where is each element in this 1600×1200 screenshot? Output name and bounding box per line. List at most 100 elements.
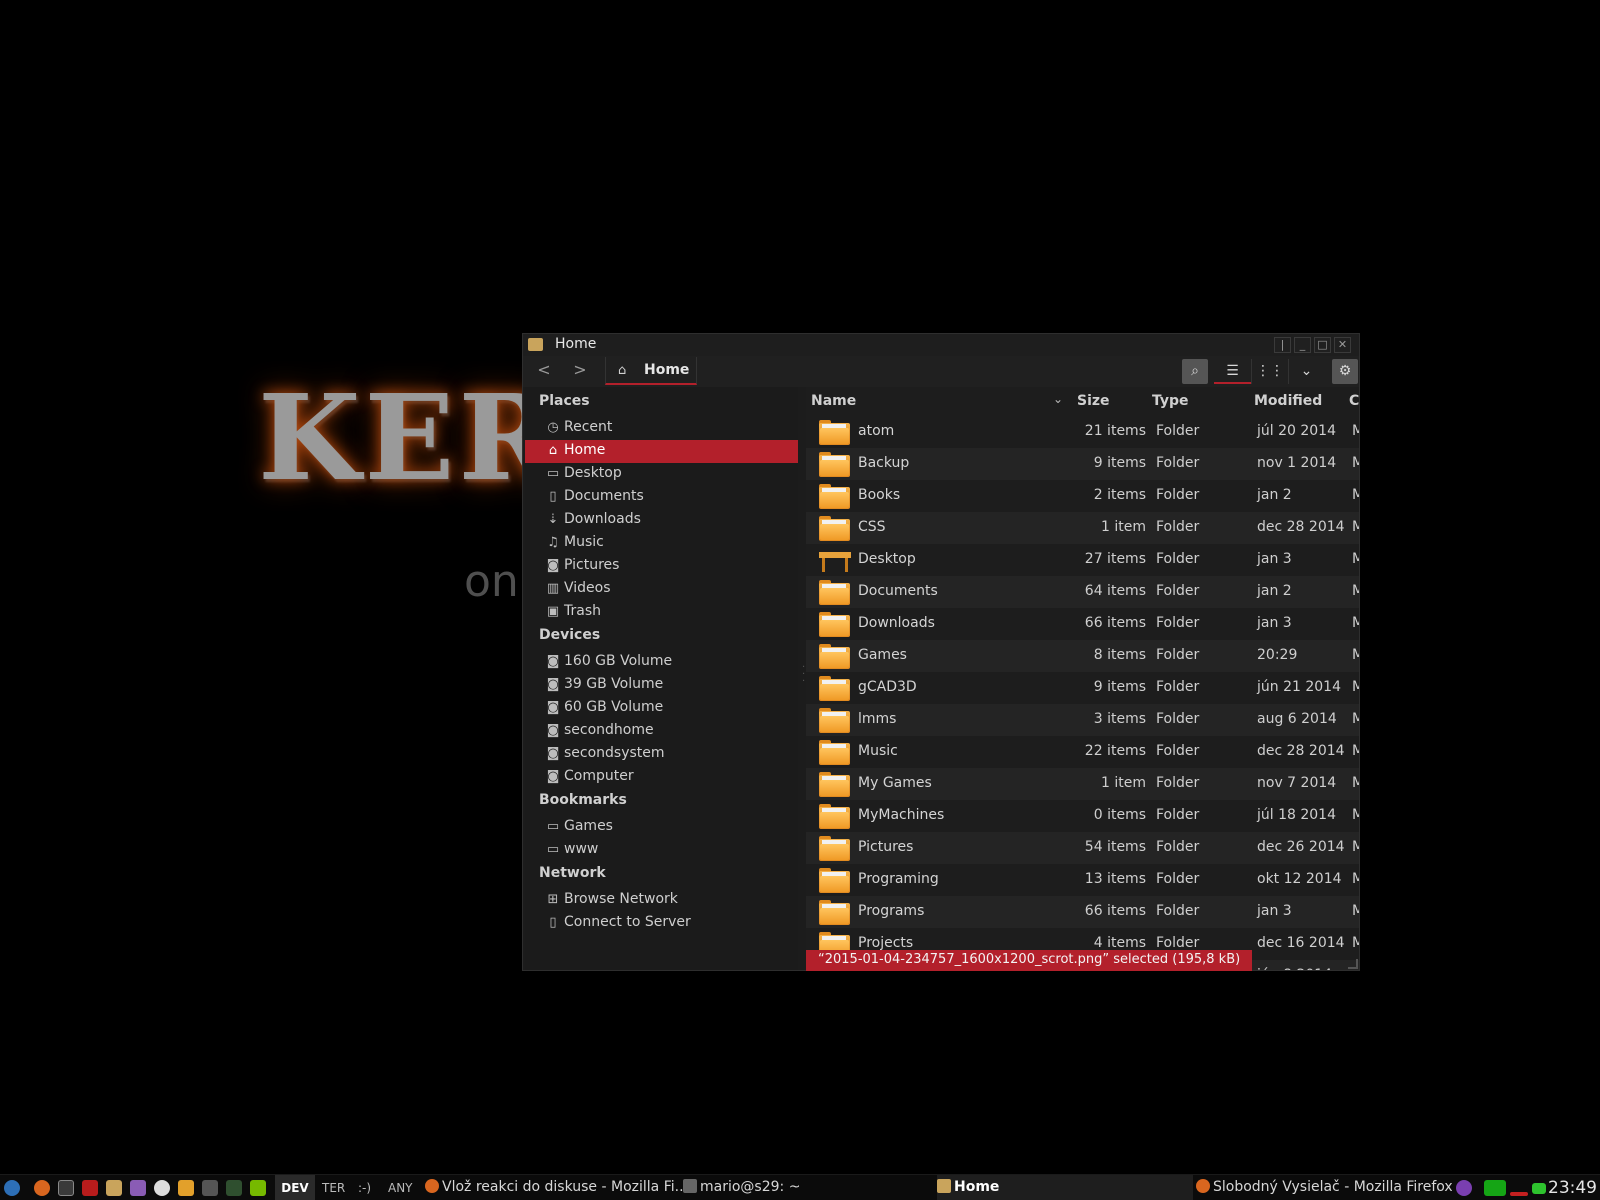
file-size: 1 item bbox=[1101, 519, 1146, 535]
file-type: Folder bbox=[1156, 903, 1200, 919]
app-menu-button[interactable]: ⚙ bbox=[1332, 359, 1358, 384]
column-modified[interactable]: Modified bbox=[1254, 393, 1322, 409]
sidebar-item-label: secondsystem bbox=[564, 745, 665, 761]
task-firefox-diskusia[interactable]: Vlož reakci do diskuse - Mozilla Fi... bbox=[425, 1175, 683, 1200]
table-row[interactable]: Music 22 items Folder dec 28 2014 M bbox=[806, 736, 1359, 768]
sidebar-item-home[interactable]: ⌂ Home bbox=[525, 440, 798, 463]
music-icon: ♫ bbox=[547, 535, 559, 550]
workspace-smile[interactable]: :-) bbox=[358, 1181, 371, 1195]
terminal-icon bbox=[683, 1179, 697, 1193]
filezilla-icon[interactable] bbox=[82, 1180, 98, 1196]
table-row[interactable]: lmms 3 items Folder aug 6 2014 M bbox=[806, 704, 1359, 736]
sidebar-item-computer[interactable]: ◙ Computer bbox=[525, 766, 798, 789]
table-row[interactable]: MyMachines 0 items Folder júl 18 2014 M bbox=[806, 800, 1359, 832]
cpu-monitor-icon[interactable] bbox=[1484, 1180, 1506, 1196]
workspace-dev[interactable]: DEV bbox=[275, 1175, 315, 1200]
table-row[interactable]: My Games 1 item Folder nov 7 2014 M bbox=[806, 768, 1359, 800]
sidebar-item-label: Games bbox=[564, 818, 613, 834]
sidebar-item-label: Connect to Server bbox=[564, 914, 691, 930]
resize-grip[interactable] bbox=[1348, 959, 1358, 969]
table-row[interactable]: Backup 9 items Folder nov 1 2014 M bbox=[806, 448, 1359, 480]
file-name: Backup bbox=[858, 455, 910, 471]
close-button[interactable]: ✕ bbox=[1334, 337, 1351, 353]
sidebar-item-pictures[interactable]: ◙ Pictures bbox=[525, 555, 798, 578]
file-modified: jan 2 bbox=[1257, 583, 1292, 599]
sidebar-item-60-gb-volume[interactable]: ◙ 60 GB Volume bbox=[525, 697, 798, 720]
nvidia-icon[interactable] bbox=[250, 1180, 266, 1196]
sidebar-item-games[interactable]: ▭ Games bbox=[525, 816, 798, 839]
mail-icon[interactable] bbox=[1532, 1183, 1546, 1194]
status-bar: “2015-01-04-234757_1600x1200_scrot.png” … bbox=[806, 950, 1253, 971]
terminal-icon[interactable] bbox=[58, 1180, 74, 1196]
sidebar-item-secondsystem[interactable]: ◙ secondsystem bbox=[525, 743, 798, 766]
tools-icon[interactable] bbox=[178, 1180, 194, 1196]
app-icon[interactable] bbox=[202, 1180, 218, 1196]
file-extra: M bbox=[1352, 455, 1359, 471]
sidebar-item-downloads[interactable]: ⇣ Downloads bbox=[525, 509, 798, 532]
column-extra[interactable]: C bbox=[1349, 393, 1359, 409]
list-view-button[interactable]: ☰ bbox=[1214, 359, 1251, 384]
file-manager-icon[interactable] bbox=[106, 1180, 122, 1196]
workspace-any[interactable]: ANY bbox=[388, 1181, 413, 1195]
grid-view-button[interactable]: ⋮⋮ bbox=[1251, 359, 1288, 384]
sidebar-item-secondhome[interactable]: ◙ secondhome bbox=[525, 720, 798, 743]
pane-resize-handle[interactable]: · · · bbox=[802, 663, 805, 687]
folder-icon bbox=[819, 900, 850, 925]
clock[interactable]: 23:49 bbox=[1548, 1178, 1597, 1198]
graphics-editor-icon[interactable] bbox=[130, 1180, 146, 1196]
forward-button[interactable]: > bbox=[563, 359, 597, 383]
table-row[interactable]: Games 8 items Folder 20:29 M bbox=[806, 640, 1359, 672]
task-firefox-radio[interactable]: Slobodný Vysielač - Mozilla Firefox bbox=[1196, 1175, 1452, 1200]
file-size: 22 items bbox=[1084, 743, 1146, 759]
task-terminal[interactable]: mario@s29: ~ bbox=[683, 1175, 883, 1200]
table-row[interactable]: Programs 66 items Folder jan 3 M bbox=[806, 896, 1359, 928]
pin-button[interactable]: | bbox=[1274, 337, 1291, 353]
sidebar-item-connect-to-server[interactable]: ▯ Connect to Server bbox=[525, 912, 798, 935]
folder-icon bbox=[819, 836, 850, 861]
table-row[interactable]: Pictures 54 items Folder dec 26 2014 M bbox=[806, 832, 1359, 864]
table-row[interactable]: Downloads 66 items Folder jan 3 M bbox=[806, 608, 1359, 640]
table-row[interactable]: atom 21 items Folder júl 20 2014 M bbox=[806, 416, 1359, 448]
minimize-button[interactable]: _ bbox=[1294, 337, 1311, 353]
task-home[interactable]: Home bbox=[937, 1175, 1193, 1200]
column-name[interactable]: Name bbox=[811, 393, 856, 409]
workspace-ter[interactable]: TER bbox=[322, 1181, 345, 1195]
file-modified: jan 3 bbox=[1257, 615, 1292, 631]
file-type: Folder bbox=[1156, 487, 1200, 503]
table-row[interactable]: CSS 1 item Folder dec 28 2014 M bbox=[806, 512, 1359, 544]
sidebar-item-desktop[interactable]: ▭ Desktop bbox=[525, 463, 798, 486]
view-options-button[interactable]: ⌄ bbox=[1288, 359, 1324, 384]
back-button[interactable]: < bbox=[527, 359, 561, 383]
sidebar-item-trash[interactable]: ▣ Trash bbox=[525, 601, 798, 624]
pidgin-icon[interactable] bbox=[1456, 1180, 1472, 1196]
breadcrumb-home[interactable]: ⌂ Home bbox=[605, 357, 697, 385]
firefox-icon[interactable] bbox=[34, 1180, 50, 1196]
table-row[interactable]: gCAD3D 9 items Folder jún 21 2014 M bbox=[806, 672, 1359, 704]
sidebar-item-music[interactable]: ♫ Music bbox=[525, 532, 798, 555]
sidebar-item-39-gb-volume[interactable]: ◙ 39 GB Volume bbox=[525, 674, 798, 697]
network-monitor-icon[interactable] bbox=[1510, 1192, 1528, 1196]
sidebar-item-browse-network[interactable]: ⊞ Browse Network bbox=[525, 889, 798, 912]
sidebar-item-160-gb-volume[interactable]: ◙ 160 GB Volume bbox=[525, 651, 798, 674]
search-button[interactable]: ⌕ bbox=[1182, 359, 1208, 384]
folder-icon bbox=[819, 676, 850, 701]
sidebar-item-documents[interactable]: ▯ Documents bbox=[525, 486, 798, 509]
maximize-button[interactable]: □ bbox=[1314, 337, 1331, 353]
game-icon[interactable] bbox=[226, 1180, 242, 1196]
table-row[interactable]: Books 2 items Folder jan 2 M bbox=[806, 480, 1359, 512]
file-extra: M bbox=[1352, 839, 1359, 855]
inkscape-icon[interactable] bbox=[154, 1180, 170, 1196]
table-row[interactable]: Documents 64 items Folder jan 2 M bbox=[806, 576, 1359, 608]
sidebar-item-www[interactable]: ▭ www bbox=[525, 839, 798, 862]
title-bar[interactable]: Home | _ □ ✕ bbox=[523, 334, 1359, 356]
sidebar-item-label: Documents bbox=[564, 488, 644, 504]
table-row[interactable]: Desktop 27 items Folder jan 3 M bbox=[806, 544, 1359, 576]
sidebar-item-videos[interactable]: ▥ Videos bbox=[525, 578, 798, 601]
table-row[interactable]: Programing 13 items Folder okt 12 2014 M bbox=[806, 864, 1359, 896]
column-size[interactable]: Size bbox=[1077, 393, 1110, 409]
sort-chevron-icon[interactable]: ⌄ bbox=[1053, 392, 1063, 406]
start-menu-icon[interactable] bbox=[4, 1180, 20, 1196]
folder-icon bbox=[819, 452, 850, 477]
sidebar-item-recent[interactable]: ◷ Recent bbox=[525, 417, 798, 440]
column-type[interactable]: Type bbox=[1152, 393, 1189, 409]
